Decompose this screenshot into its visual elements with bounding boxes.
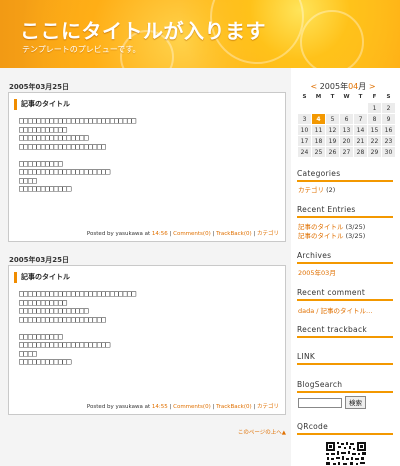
calendar-day: 19 bbox=[325, 135, 340, 147]
calendar-day: 18 bbox=[311, 135, 326, 147]
blog-page: ここにタイトルが入ります テンプレートのプレビューです。 2005年03月25日… bbox=[0, 0, 400, 466]
categories-heading: Categories bbox=[297, 169, 393, 182]
link-heading: LINK bbox=[297, 352, 393, 365]
recent-entry-link[interactable]: 記事のタイトル bbox=[298, 232, 344, 240]
blogsearch-heading: BlogSearch bbox=[297, 380, 393, 393]
calendar-day: 16 bbox=[381, 124, 396, 136]
calendar-empty-cell bbox=[325, 102, 340, 114]
recent-entries-heading: Recent Entries bbox=[297, 205, 393, 218]
calendar-day: 30 bbox=[381, 146, 396, 158]
calendar-day: 1 bbox=[367, 102, 382, 114]
calendar-day: 20 bbox=[339, 135, 354, 147]
blog-subtitle: テンプレートのプレビューです。 bbox=[22, 45, 141, 54]
calendar-day-today: 4 bbox=[311, 113, 326, 125]
entry-permalink[interactable]: 14:56 bbox=[152, 231, 168, 237]
calendar-header: < 2005年04月 > bbox=[297, 81, 389, 92]
calendar-day: 25 bbox=[311, 146, 326, 158]
calendar-empty-cell bbox=[311, 102, 326, 114]
archives-heading: Archives bbox=[297, 251, 393, 264]
calendar-month: 04 bbox=[348, 82, 359, 91]
calendar-day: 8 bbox=[367, 113, 382, 125]
entry-title[interactable]: 記事のタイトル bbox=[14, 99, 70, 110]
calendar-day: 2 bbox=[381, 102, 396, 114]
calendar-day: 21 bbox=[353, 135, 368, 147]
calendar-day: 28 bbox=[353, 146, 368, 158]
calendar-day: 22 bbox=[367, 135, 382, 147]
calendar-weekday: T bbox=[330, 94, 335, 101]
entry-category-link[interactable]: カテゴリ bbox=[257, 404, 279, 410]
archive-link[interactable]: 2005年03月 bbox=[298, 269, 336, 277]
recent-trackback-heading: Recent trackback bbox=[297, 325, 393, 338]
calendar-weekday: T bbox=[358, 94, 363, 101]
entry-title[interactable]: 記事のタイトル bbox=[14, 272, 70, 283]
category-link[interactable]: カテゴリ bbox=[298, 186, 324, 194]
recent-comment-item: dada / 記事のタイトル… bbox=[298, 305, 373, 315]
entry-trackback-link[interactable]: TrackBack(0) bbox=[216, 404, 252, 410]
recent-entry-date: (3/25) bbox=[345, 232, 366, 240]
entry-comments-link[interactable]: Comments(0) bbox=[173, 231, 211, 237]
calendar-day: 6 bbox=[339, 113, 354, 125]
calendar-day: 7 bbox=[353, 113, 368, 125]
calendar-next-link[interactable]: > bbox=[369, 82, 376, 91]
entry-date: 2005年03月25日 bbox=[9, 83, 69, 91]
decorative-ring bbox=[300, 10, 364, 68]
calendar-day: 26 bbox=[325, 146, 340, 158]
calendar-day: 17 bbox=[297, 135, 312, 147]
calendar-day: 10 bbox=[297, 124, 312, 136]
qrcode-heading: QRcode bbox=[297, 422, 393, 435]
calendar-day: 3 bbox=[297, 113, 312, 125]
header-banner: ここにタイトルが入ります テンプレートのプレビューです。 bbox=[0, 0, 400, 68]
entry-author: Posted by yasukawa at bbox=[86, 404, 151, 410]
entry-date: 2005年03月25日 bbox=[9, 256, 69, 264]
calendar-year: 2005年 bbox=[319, 82, 349, 91]
calendar-day: 29 bbox=[367, 146, 382, 158]
back-to-top-link[interactable]: このページの上へ▲ bbox=[238, 428, 286, 436]
calendar-day: 24 bbox=[297, 146, 312, 158]
recent-entry-item: 記事のタイトル (3/25) bbox=[298, 230, 365, 240]
calendar-weekday: S bbox=[386, 94, 391, 100]
calendar-day: 12 bbox=[325, 124, 340, 136]
calendar-day: 14 bbox=[353, 124, 368, 136]
calendar-weekday: F bbox=[372, 94, 377, 100]
calendar-empty-cell bbox=[353, 102, 368, 114]
calendar-day: 11 bbox=[311, 124, 326, 136]
entry-comments-link[interactable]: Comments(0) bbox=[173, 404, 211, 410]
calendar-weekday: M bbox=[315, 94, 322, 101]
calendar-day: 23 bbox=[381, 135, 396, 147]
calendar-month-suffix: 月 bbox=[358, 82, 367, 91]
calendar-prev-link[interactable]: < bbox=[310, 82, 317, 91]
calendar-weekday: S bbox=[302, 94, 307, 101]
qr-code-image bbox=[325, 441, 367, 466]
calendar-empty-cell bbox=[339, 102, 354, 114]
entry-trackback-link[interactable]: TrackBack(0) bbox=[216, 231, 252, 237]
category-count: (2) bbox=[326, 186, 336, 194]
entry-card: 記事のタイトル □□□□□□□□□□□□□□□□□□□□□□□□□□□ □□□□… bbox=[8, 92, 286, 242]
entry-author: Posted by yasukawa at bbox=[86, 231, 151, 237]
blog-title[interactable]: ここにタイトルが入ります bbox=[20, 15, 266, 44]
blog-search-button[interactable]: 検索 bbox=[345, 396, 366, 409]
blog-search-input[interactable] bbox=[298, 398, 342, 408]
calendar-empty-cell bbox=[297, 102, 312, 114]
calendar-day: 5 bbox=[325, 113, 340, 125]
entry-category-link[interactable]: カテゴリ bbox=[257, 231, 279, 237]
calendar-grid: S M T W T F S 1 2 3 4 5 6 7 8 9 10 11 12 13 14 15 16 17 18 19 20 21… bbox=[297, 92, 396, 158]
entry-footer: Posted by yasukawa at 14:55 | Comments(0… bbox=[86, 404, 279, 410]
entry-body: □□□□□□□□□□□□□□□□□□□□□□□□□□□ □□□□□□□□□□□ … bbox=[19, 116, 136, 193]
recent-comment-heading: Recent comment bbox=[297, 288, 393, 301]
entry-card: 記事のタイトル □□□□□□□□□□□□□□□□□□□□□□□□□□□ □□□□… bbox=[8, 265, 286, 415]
category-item: カテゴリ (2) bbox=[298, 184, 335, 194]
entry-permalink[interactable]: 14:55 bbox=[152, 404, 168, 410]
calendar-day: 9 bbox=[381, 113, 396, 125]
calendar-weekday: W bbox=[343, 94, 350, 101]
entry-footer: Posted by yasukawa at 14:56 | Comments(0… bbox=[86, 231, 279, 237]
archive-item: 2005年03月 bbox=[298, 267, 336, 277]
calendar-day: 15 bbox=[367, 124, 382, 136]
recent-comment-link[interactable]: dada / 記事のタイトル… bbox=[298, 307, 373, 315]
calendar-day: 13 bbox=[339, 124, 354, 136]
entry-body: □□□□□□□□□□□□□□□□□□□□□□□□□□□ □□□□□□□□□□□ … bbox=[19, 289, 136, 366]
calendar-day: 27 bbox=[339, 146, 354, 158]
